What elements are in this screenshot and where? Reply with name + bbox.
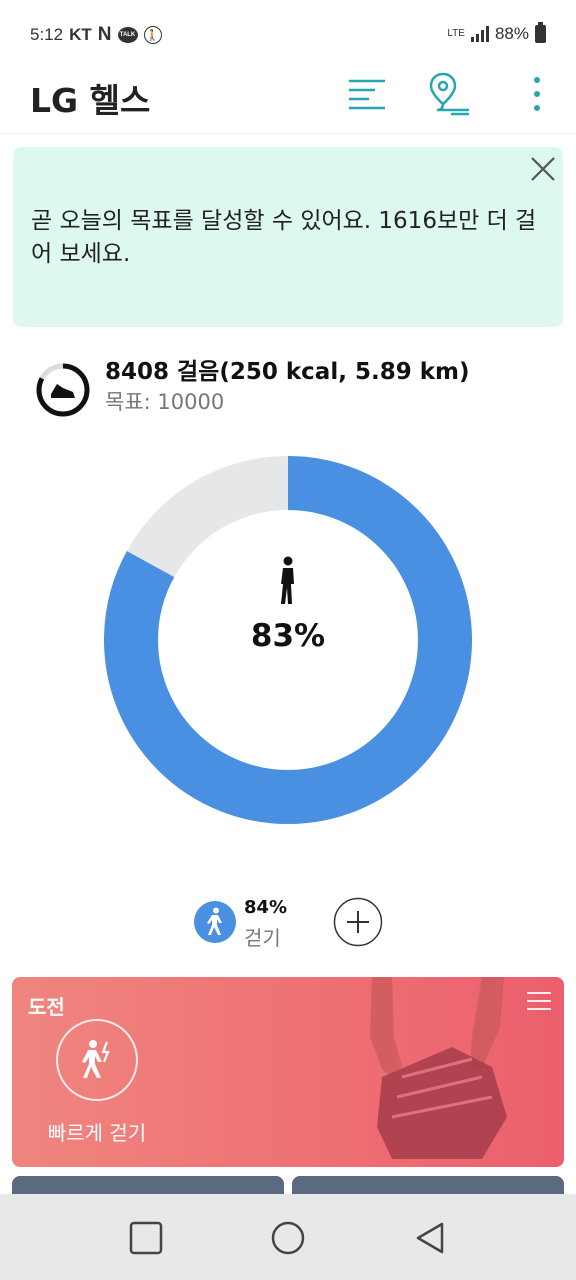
shoe-tying-illustration — [370, 977, 507, 1159]
back-triangle-icon — [416, 1222, 444, 1254]
app-title: LG 헬스 — [30, 81, 151, 120]
back-button[interactable] — [406, 1214, 454, 1262]
close-icon[interactable] — [529, 155, 557, 183]
more-vert-icon[interactable] — [515, 72, 559, 116]
battery-percent: 88% — [494, 24, 529, 43]
navigation-bar — [0, 1194, 576, 1280]
map-pin-icon[interactable] — [428, 72, 472, 116]
steps-headline: 8408 걸음(250 kcal, 5.89 km) — [105, 359, 470, 385]
app-bar: LG 헬스 — [0, 62, 576, 134]
challenge-title: 도전 — [28, 995, 65, 1019]
ring-center: 83% — [104, 556, 472, 654]
signal-icon — [470, 26, 489, 42]
recents-button[interactable] — [122, 1214, 170, 1262]
lte-icon: LTE — [447, 28, 465, 39]
fast-walk-button[interactable] — [56, 1019, 138, 1101]
step-summary[interactable]: 8408 걸음(250 kcal, 5.89 km) 목표: 10000 — [35, 352, 555, 417]
add-activity-button[interactable] — [333, 897, 383, 947]
circle-icon — [271, 1221, 305, 1255]
battery-icon — [535, 22, 546, 43]
square-icon — [129, 1221, 163, 1255]
progress-ring: 83% — [104, 456, 472, 824]
banner-message: 곧 오늘의 목표를 달성할 수 있어요. 1616보만 더 걸어 보세요. — [31, 208, 537, 267]
steps-goal: 목표: 10000 — [105, 390, 225, 414]
home-button[interactable] — [264, 1214, 312, 1262]
status-time: 5:12 — [30, 25, 64, 44]
kakaotalk-icon: TALK — [117, 27, 138, 43]
progress-percent: 83% — [250, 618, 326, 654]
list-icon[interactable] — [345, 72, 389, 116]
challenge-card[interactable]: 도전 빠르게 걷기 — [12, 977, 564, 1167]
shoe-progress-icon — [36, 363, 90, 417]
naver-icon: N — [97, 24, 112, 45]
fast-walk-label: 빠르게 걷기 — [47, 1121, 147, 1145]
fast-walk-icon — [82, 1040, 110, 1078]
activity-row: 84% 걷기 — [0, 895, 576, 955]
status-bar: 5:12 KT N TALK 🚶 LTE 88% — [0, 0, 576, 70]
walking-person-icon — [281, 556, 294, 604]
walking-percent: 84% — [244, 897, 288, 918]
status-carrier: KT — [69, 25, 92, 44]
goal-banner: 곧 오늘의 목표를 달성할 수 있어요. 1616보만 더 걸어 보세요. — [13, 147, 563, 327]
hamburger-menu-icon[interactable] — [526, 991, 552, 1011]
walking-notification-icon: 🚶 — [143, 26, 162, 44]
walking-activity-icon[interactable] — [194, 901, 236, 943]
walking-label: 걷기 — [244, 926, 281, 950]
